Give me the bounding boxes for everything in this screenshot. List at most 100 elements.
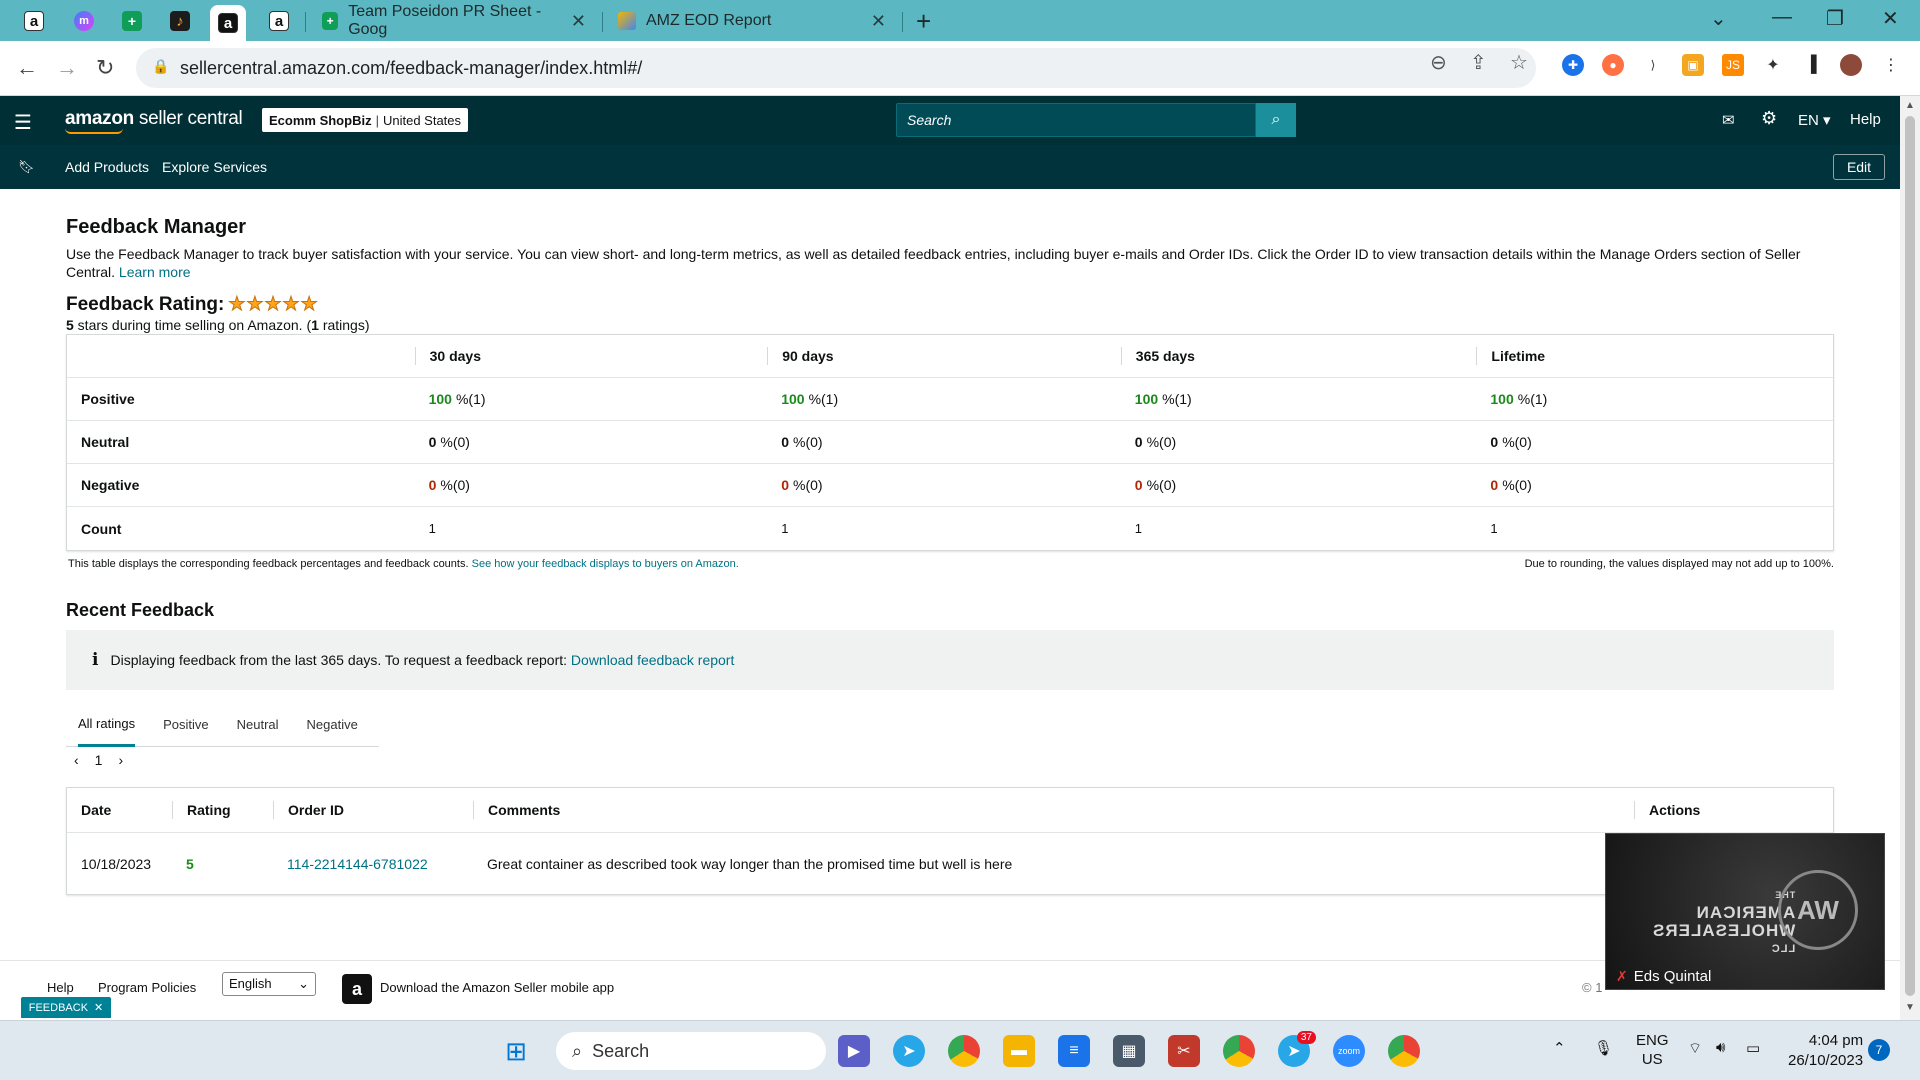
file-explorer-icon[interactable]: ▬ <box>1003 1035 1035 1067</box>
side-panel-icon[interactable]: ▐ <box>1800 54 1822 76</box>
search-input[interactable]: Search <box>896 103 1256 137</box>
footer-language-select[interactable]: English ⌄ <box>222 972 316 996</box>
tab-positive[interactable]: Positive <box>163 703 209 747</box>
minimize-button[interactable]: — <box>1772 6 1792 29</box>
zoom-icon[interactable]: ⊖ <box>1430 50 1447 75</box>
bookmark-star-icon[interactable]: ☆ <box>1510 50 1528 75</box>
help-link[interactable]: Help <box>1850 111 1881 128</box>
scroll-up-icon[interactable]: ▲ <box>1905 100 1915 111</box>
tab-team-poseidon[interactable]: + Team Poseidon PR Sheet - Goog ✕ <box>310 3 598 38</box>
close-icon[interactable]: ✕ <box>94 1001 103 1014</box>
telegram-icon[interactable]: ➤ <box>893 1035 925 1067</box>
scroll-thumb[interactable] <box>1905 116 1915 996</box>
table-row-neutral: Neutral 0 %(0) 0 %(0) 0 %(0) 0 %(0) <box>67 421 1833 464</box>
extension-icon[interactable]: ⟩ <box>1642 54 1664 76</box>
extension-icon[interactable]: ● <box>1602 54 1624 76</box>
pinned-tab-amazon-2[interactable]: a <box>261 5 297 37</box>
profile-avatar[interactable] <box>1840 54 1862 76</box>
battery-icon[interactable]: ▭ <box>1746 1039 1760 1057</box>
tab-all-ratings[interactable]: All ratings <box>78 703 136 747</box>
js-extension-icon[interactable]: JS <box>1722 54 1744 76</box>
negative-percent: 0 <box>781 477 789 493</box>
forward-button[interactable]: → <box>56 55 78 81</box>
taskbar-clock[interactable]: 4:04 pm 26/10/2023 <box>1788 1031 1863 1071</box>
chrome-icon[interactable] <box>948 1035 980 1067</box>
wifi-icon[interactable]: ⌔ <box>1688 1039 1702 1058</box>
table-cell: 0 %(0) <box>415 464 768 506</box>
feedback-widget-button[interactable]: FEEDBACK ✕ <box>21 997 111 1018</box>
table-cell: 100 %(1) <box>1476 378 1833 420</box>
volume-icon[interactable]: 🔊︎ <box>1716 1039 1725 1056</box>
scroll-down-icon[interactable]: ▼ <box>1905 1002 1915 1013</box>
cell-count: %(0) <box>1146 434 1177 450</box>
chrome-profile-icon[interactable] <box>1223 1035 1255 1067</box>
recent-feedback-table: Date Rating Order ID Comments Actions 10… <box>66 787 1834 895</box>
tab-search-icon[interactable]: ⌄ <box>1710 6 1727 31</box>
share-icon[interactable]: ⇪ <box>1470 50 1487 75</box>
search-button[interactable]: ⌕ <box>1256 103 1296 137</box>
pinned-tab-dark-app[interactable]: ♪ <box>162 5 198 37</box>
download-app-link[interactable]: Download the Amazon Seller mobile app <box>380 980 614 995</box>
footer-help-link[interactable]: Help <box>47 980 74 995</box>
nav-explore-services[interactable]: Explore Services <box>162 159 267 175</box>
pinned-tab-amazon-active[interactable]: a <box>210 5 246 41</box>
reload-button[interactable]: ↻ <box>96 55 114 81</box>
close-tab-icon[interactable]: ✕ <box>871 11 886 32</box>
seller-central-logo[interactable]: amazon seller central <box>65 108 243 134</box>
maximize-button[interactable]: ❐ <box>1826 6 1844 31</box>
store-selector[interactable]: Ecomm ShopBiz | United States <box>262 108 469 132</box>
header-90-days: 90 days <box>767 347 1121 365</box>
hamburger-menu-icon[interactable]: ☰ <box>14 110 32 135</box>
address-bar[interactable]: 🔒 sellercentral.amazon.com/feedback-mana… <box>136 48 1536 88</box>
footer-program-policies-link[interactable]: Program Policies <box>98 980 196 995</box>
pinned-tab-sheets[interactable]: + <box>114 5 150 37</box>
puzzle-extensions-icon[interactable]: ✦ <box>1762 54 1784 76</box>
feedback-date: 10/18/2023 <box>81 856 152 872</box>
windows-start-icon[interactable]: ⊞ <box>500 1035 532 1067</box>
nav-add-products[interactable]: Add Products <box>65 159 149 175</box>
tab-negative[interactable]: Negative <box>307 703 358 747</box>
microphone-icon[interactable]: 🎙︎ <box>1594 1039 1613 1057</box>
settings-gear-icon[interactable]: ⚙ <box>1761 108 1777 129</box>
close-window-button[interactable]: ✕ <box>1882 6 1899 31</box>
order-id-link[interactable]: 114-2214144-6781022 <box>287 856 428 872</box>
mail-icon[interactable]: ✉ <box>1722 111 1735 129</box>
chrome-profile-icon[interactable] <box>1388 1035 1420 1067</box>
telegram-badge-icon[interactable]: ➤ 37 <box>1278 1031 1316 1067</box>
download-report-link[interactable]: Download feedback report <box>571 652 734 668</box>
tab-amz-eod-report[interactable]: AMZ EOD Report ✕ <box>606 5 898 37</box>
language-selector[interactable]: EN ▾ <box>1798 111 1831 129</box>
chrome-menu-icon[interactable]: ⋮ <box>1880 54 1902 76</box>
edit-nav-button[interactable]: Edit <box>1833 154 1885 180</box>
rating-summary-end: ratings) <box>318 317 370 333</box>
extension-icon[interactable]: ✚ <box>1562 54 1584 76</box>
buyer-display-link[interactable]: See how your feedback displays to buyers… <box>472 558 739 570</box>
back-button[interactable]: ← <box>16 55 38 81</box>
table-cell: 0 %(0) <box>1476 464 1833 506</box>
taskbar-search[interactable]: ⌕ Search <box>556 1032 826 1070</box>
language-indicator[interactable]: ENG US <box>1636 1031 1669 1069</box>
chevron-left-icon[interactable]: ‹ <box>74 752 79 768</box>
info-alert: i Displaying feedback from the last 365 … <box>66 630 1834 690</box>
table-cell: 0 %(0) <box>1121 464 1477 506</box>
snipping-tool-icon[interactable]: ✂ <box>1168 1035 1200 1067</box>
pinned-tab-amazon[interactable]: a <box>16 5 52 37</box>
calculator-icon[interactable]: ▦ <box>1113 1035 1145 1067</box>
teams-icon[interactable]: ▶ <box>838 1035 870 1067</box>
chevron-right-icon[interactable]: › <box>118 752 123 768</box>
pinned-tab-messenger[interactable]: m <box>66 5 102 37</box>
notification-center-badge[interactable]: 7 <box>1868 1039 1890 1061</box>
video-call-tile[interactable]: THE AMERICAN WHOLESALERS LLC AW ✗ Eds Qu… <box>1605 833 1885 990</box>
bookmark-icon[interactable]: 🔖︎ <box>18 159 35 175</box>
tab-neutral[interactable]: Neutral <box>237 703 279 747</box>
star-icon: ★ <box>264 294 282 316</box>
page-scrollbar[interactable]: ▲ ▼ <box>1900 96 1920 1020</box>
zoom-app-icon[interactable]: zoom <box>1333 1035 1365 1067</box>
chevron-up-icon[interactable]: ⌃ <box>1553 1039 1566 1057</box>
close-tab-icon[interactable]: ✕ <box>571 11 586 32</box>
page-number[interactable]: 1 <box>95 752 103 768</box>
extension-icon[interactable]: ▣ <box>1682 54 1704 76</box>
new-tab-button[interactable]: + <box>916 6 931 37</box>
learn-more-link[interactable]: Learn more <box>119 264 191 280</box>
notepad-icon[interactable]: ≡ <box>1058 1035 1090 1067</box>
